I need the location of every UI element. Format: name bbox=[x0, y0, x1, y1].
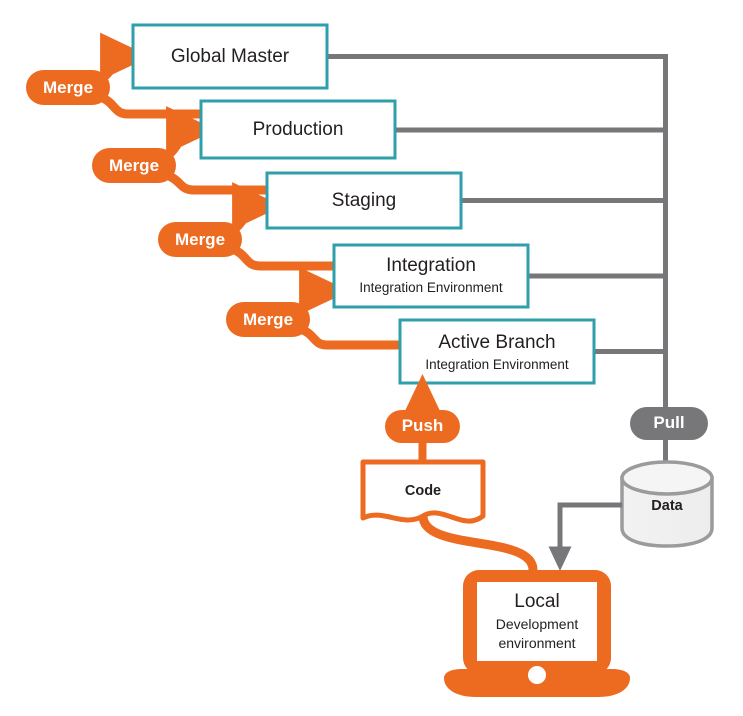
merge-pill-3[interactable] bbox=[158, 222, 242, 257]
merge-tail-2-to-staging bbox=[160, 169, 267, 195]
data-to-local-connector bbox=[548, 502, 622, 571]
diagram-root: Global Master Production Staging Integra… bbox=[0, 0, 743, 716]
push-pill[interactable] bbox=[385, 410, 460, 443]
merge-tail-4-to-active-branch bbox=[294, 323, 400, 350]
code-to-local-connector bbox=[418, 515, 538, 571]
merge-tail-3-to-integration bbox=[226, 243, 334, 271]
laptop-screen bbox=[477, 582, 597, 661]
env-box-active-branch[interactable] bbox=[398, 318, 596, 385]
merge-pill-1[interactable] bbox=[26, 70, 110, 105]
merge-pill-4[interactable] bbox=[226, 302, 310, 337]
local-laptop[interactable] bbox=[444, 570, 630, 697]
pull-pill[interactable] bbox=[630, 407, 708, 440]
env-box-staging[interactable] bbox=[265, 171, 463, 230]
code-document-shape[interactable] bbox=[360, 459, 486, 524]
env-box-production[interactable] bbox=[199, 99, 397, 160]
laptop-trackpad-dot bbox=[528, 666, 546, 684]
merge-tail-1-to-production bbox=[94, 91, 201, 119]
env-box-global-master[interactable] bbox=[131, 23, 329, 90]
diagram-canvas bbox=[26, 23, 714, 697]
data-cylinder[interactable] bbox=[620, 460, 714, 548]
data-to-local-arrow bbox=[548, 502, 622, 571]
env-box-integration[interactable] bbox=[332, 243, 530, 309]
merge-pill-2[interactable] bbox=[92, 148, 176, 183]
